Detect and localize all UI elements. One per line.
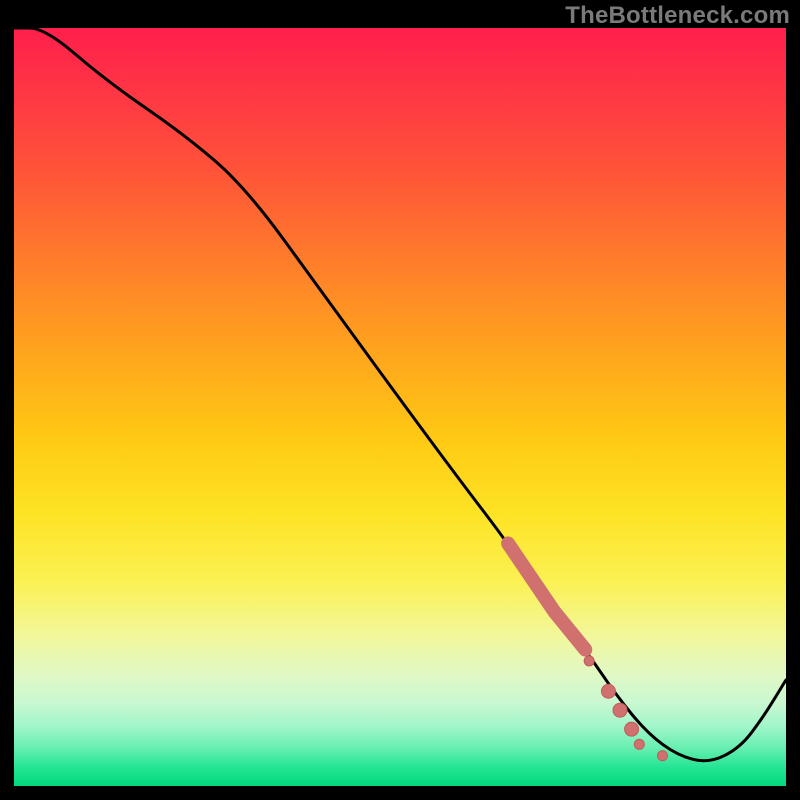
marker-group — [584, 656, 667, 761]
marker-point — [584, 656, 594, 666]
watermark-text: TheBottleneck.com — [565, 2, 790, 30]
marker-point — [613, 703, 627, 717]
marker-point — [601, 684, 615, 698]
chart-frame: TheBottleneck.com — [0, 0, 800, 800]
highlight-segment — [508, 543, 585, 649]
marker-point — [625, 722, 639, 736]
chart-overlay-svg — [14, 28, 786, 786]
marker-point — [657, 751, 667, 761]
plot-area — [14, 28, 786, 786]
marker-point — [634, 739, 644, 749]
main-curve — [14, 28, 786, 761]
